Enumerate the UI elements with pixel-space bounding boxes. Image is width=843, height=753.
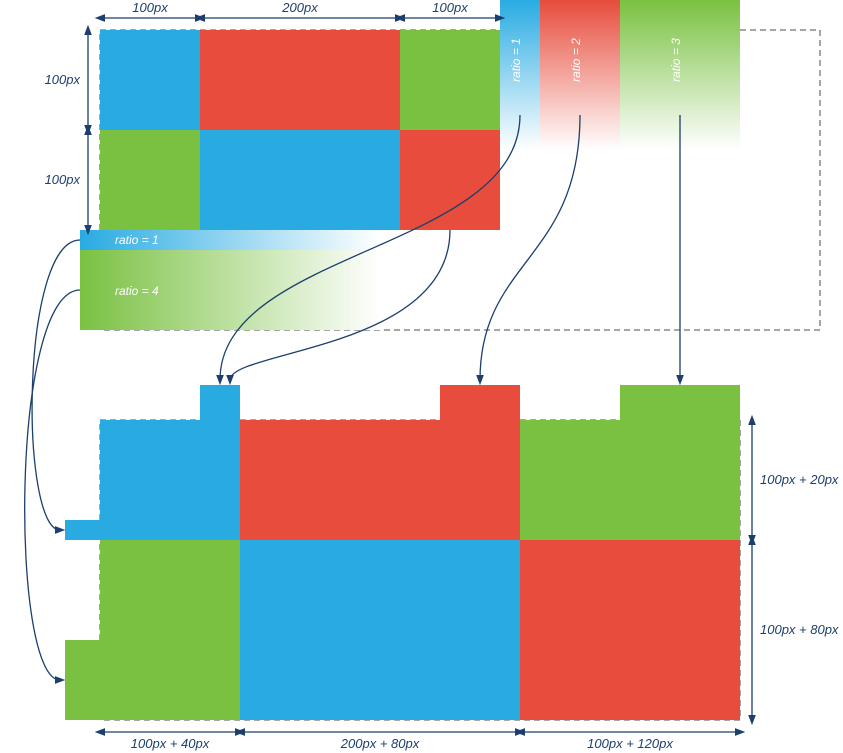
col-tab-1 (440, 385, 520, 420)
row-tab-0 (65, 520, 100, 540)
bot-col-label-0: 100px + 40px (131, 736, 210, 751)
top-col-label-1: 200px (281, 0, 318, 15)
top-cell-0-1 (200, 30, 400, 130)
col-tab-2 (620, 385, 740, 420)
bot-row-label-1: 100px + 80px (760, 622, 839, 637)
bot-cell-1-0 (100, 540, 240, 720)
top-cell-1-2 (400, 130, 500, 230)
top-cell-1-1 (200, 130, 400, 230)
bot-col-label-2: 100px + 120px (587, 736, 673, 751)
top-row-label-1: 100px (45, 172, 81, 187)
top-col-label-2: 100px (432, 0, 468, 15)
row-tab-1 (65, 640, 100, 720)
top-row-label-0: 100px (45, 72, 81, 87)
col-ratio-label-0: ratio = 1 (509, 38, 523, 82)
top-cell-0-2 (400, 30, 500, 130)
bot-cell-1-1 (240, 540, 520, 720)
row-ratio-label-0: ratio = 1 (115, 233, 159, 247)
bot-col-label-1: 200px + 80px (340, 736, 420, 751)
bottom-grid (65, 385, 740, 720)
bot-cell-1-2 (520, 540, 740, 720)
layout-diagram: ratio = 1 ratio = 2 ratio = 3 ratio = 1 … (0, 0, 843, 753)
bot-cell-0-0 (100, 420, 240, 540)
col-tab-0 (200, 385, 240, 420)
col-ratio-label-1: ratio = 2 (569, 38, 583, 82)
top-cell-1-0 (100, 130, 200, 230)
col-ratio-label-2: ratio = 3 (669, 38, 683, 82)
bot-row-label-0: 100px + 20px (760, 472, 839, 487)
top-grid: ratio = 1 ratio = 2 ratio = 3 ratio = 1 … (80, 0, 820, 330)
top-col-label-0: 100px (132, 0, 168, 15)
bot-cell-0-2 (520, 420, 740, 540)
top-cell-0-0 (100, 30, 200, 130)
bot-cell-0-1 (240, 420, 520, 540)
row-ratio-label-1: ratio = 4 (115, 284, 159, 298)
